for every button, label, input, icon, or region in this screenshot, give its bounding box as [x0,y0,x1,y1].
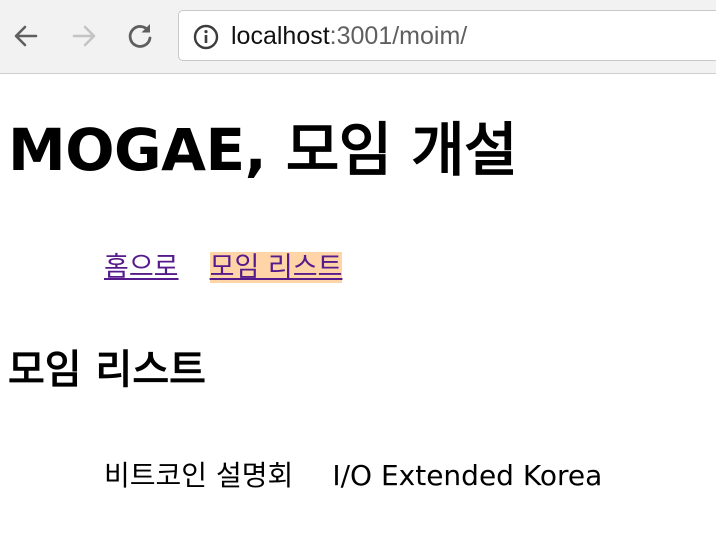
url-path: :3001/moim/ [329,22,468,50]
reload-icon [128,24,152,48]
list-item: 비트코인 설명회 [104,458,293,494]
section-title: 모임 리스트 [8,347,206,393]
address-bar[interactable]: localhost:3001/moim/ [178,10,716,61]
reload-button[interactable] [124,20,156,52]
url-text: localhost:3001/moim/ [231,21,467,51]
url-host: localhost [231,22,330,50]
meeting-list-link[interactable]: 모임 리스트 [209,252,343,283]
home-link[interactable]: 홈으로 [104,252,179,283]
nav-item-meeting-list: 모임 리스트 [209,250,343,286]
page-content: MOGAE, 모임 개설 홈으로 모임 리스트 모임 리스트 비트코인 설명회 … [0,74,716,558]
browser-toolbar: localhost:3001/moim/ [0,0,716,74]
nav-item-home: 홈으로 [104,250,179,286]
info-icon[interactable] [193,24,219,50]
forward-button[interactable] [68,20,100,52]
arrow-left-icon [14,25,38,47]
page-nav: 홈으로 모임 리스트 [104,250,368,286]
meeting-name: 비트코인 설명회 [104,459,294,492]
meeting-name: I/O Extended Korea [332,459,603,492]
arrow-right-icon [72,25,96,47]
page-title: MOGAE, 모임 개설 [8,116,518,184]
meeting-list: 비트코인 설명회 I/O Extended Korea [104,458,636,494]
list-item: I/O Extended Korea [332,458,602,494]
back-button[interactable] [10,20,42,52]
